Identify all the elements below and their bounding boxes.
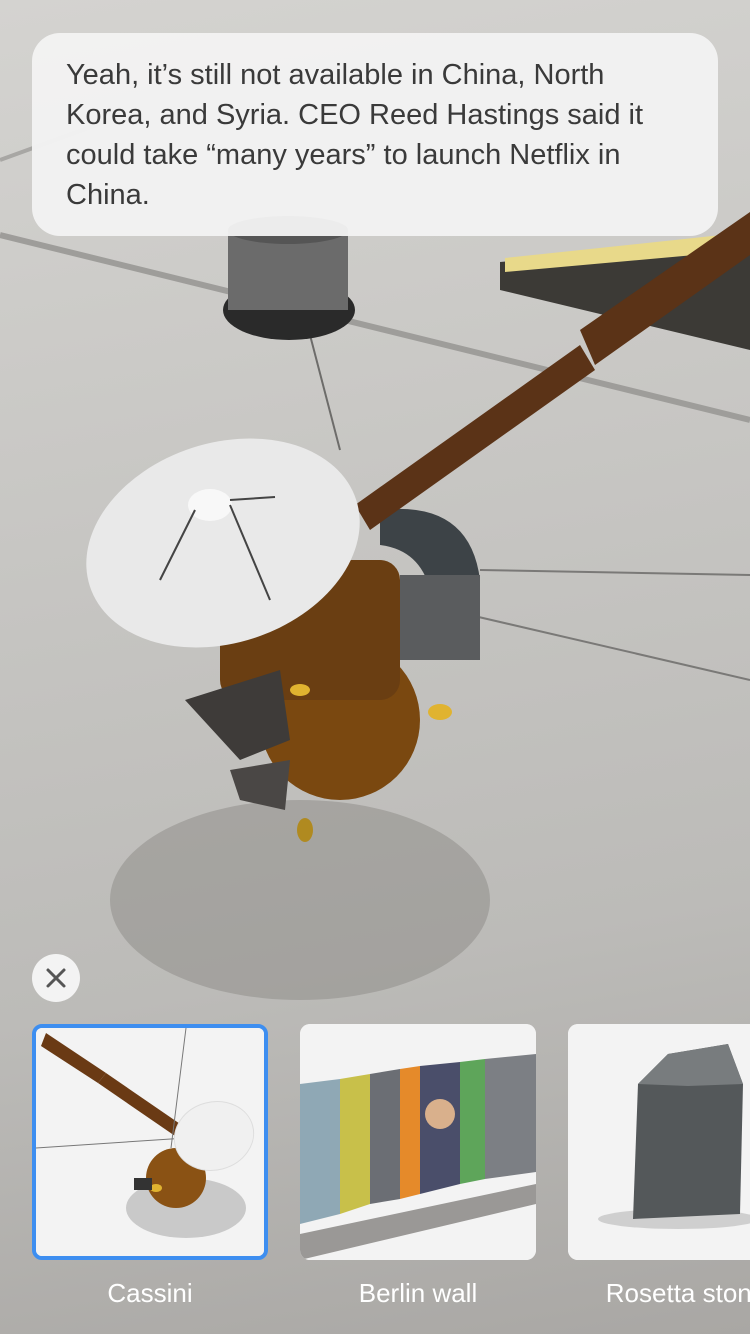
close-button[interactable] <box>32 954 80 1002</box>
model-card-berlin-wall[interactable]: Berlin wall <box>300 1024 536 1308</box>
model-thumbnail[interactable] <box>300 1024 536 1260</box>
model-label: Rosetta stone <box>605 1278 750 1308</box>
speech-bubble: Yeah, it’s still not available in China,… <box>32 33 718 236</box>
model-card-rosetta-stone[interactable]: Rosetta stone <box>568 1024 750 1308</box>
model-thumbnail[interactable] <box>568 1024 750 1260</box>
close-icon <box>46 968 66 988</box>
model-carousel[interactable]: Cassini Berlin wall Rosetta ston <box>0 1024 750 1334</box>
rosetta-stone-thumbnail-icon <box>568 1024 750 1260</box>
model-thumbnail-selected[interactable] <box>32 1024 268 1260</box>
model-card-cassini[interactable]: Cassini <box>32 1024 268 1308</box>
model-label: Cassini <box>107 1278 193 1308</box>
model-label: Berlin wall <box>358 1278 478 1308</box>
speech-text: Yeah, it’s still not available in China,… <box>66 59 644 211</box>
cassini-thumbnail-icon <box>36 1028 264 1256</box>
berlin-wall-thumbnail-icon <box>300 1024 536 1260</box>
